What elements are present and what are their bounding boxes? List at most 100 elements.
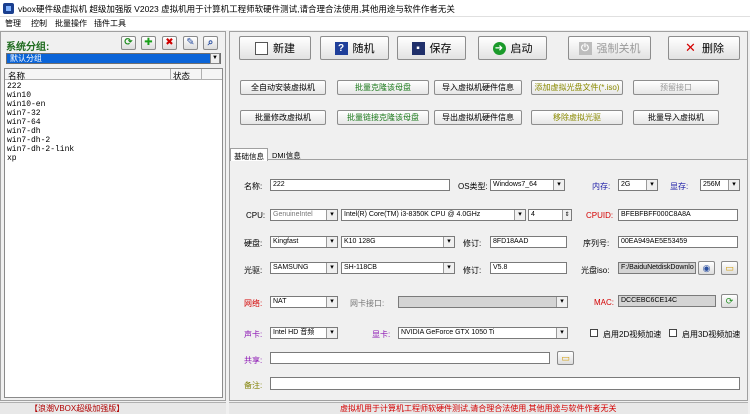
save-button[interactable]: ▪ 保存 [397, 36, 466, 60]
vm-row[interactable]: win10 [7, 91, 31, 100]
vram-select[interactable]: 256M [700, 179, 740, 191]
browse-share-button[interactable]: ▭ [557, 351, 574, 365]
vm-list[interactable]: 名称 状态 222 win10 win10-en win7-32 win7-64… [4, 68, 223, 398]
new-file-icon [255, 41, 268, 55]
browse-iso-button[interactable]: ▭ [721, 261, 738, 275]
disk-label: 硬盘: [244, 239, 263, 248]
vm-row[interactable]: 222 [7, 82, 21, 91]
menu-plugins[interactable]: 插件工具 [94, 18, 126, 29]
menu-manage[interactable]: 管理 [5, 18, 21, 29]
group-select[interactable]: 默认分组 ▼ [6, 53, 221, 64]
note-label: 备注: [244, 381, 263, 390]
disc-icon: ◉ [702, 262, 711, 273]
name-label: 名称: [244, 182, 263, 191]
column-header-status[interactable]: 状态 [173, 70, 190, 82]
folder-icon: ▭ [561, 352, 570, 363]
note-field[interactable] [270, 377, 740, 390]
edition-label: 【浪潮VBOX超级加强版】 [30, 404, 125, 413]
tab-dmi-info[interactable]: DMI信息 [269, 148, 304, 161]
folder-icon: ▭ [725, 262, 734, 273]
cd-rev-label: 修订: [463, 266, 482, 275]
vm-row[interactable]: xp [7, 154, 17, 163]
column-header-name[interactable]: 名称 [8, 70, 25, 82]
cpu-label: CPU: [246, 211, 266, 220]
gpu-select[interactable]: NVIDIA GeForce GTX 1050 Ti [398, 327, 568, 339]
delete-button[interactable]: ✕ 删除 [668, 36, 740, 60]
random-icon: ? [334, 41, 348, 55]
remove-cd-button[interactable]: 移除虚拟光驱 [531, 110, 623, 125]
x-icon: ✕ [685, 40, 696, 55]
os-label: OS类型: [458, 182, 488, 191]
disk-rev-label: 修订: [463, 239, 482, 248]
network-select[interactable]: NAT [270, 296, 338, 308]
disk-vendor-select[interactable]: Kingfast [270, 236, 338, 248]
add-group-button[interactable]: ✚ [141, 36, 156, 50]
sound-select[interactable]: Intel HD 音频 [270, 327, 338, 339]
import-hw-button[interactable]: 导入虚拟机硬件信息 [434, 80, 522, 95]
delete-group-button[interactable]: ✖ [162, 36, 177, 50]
mac-label: MAC: [594, 298, 614, 307]
mac-field[interactable]: DCCEBC6CE14C [618, 295, 716, 307]
nic-select[interactable] [398, 296, 568, 308]
cpu-vendor-select[interactable]: GenuineIntel [270, 209, 338, 221]
accel-3d-checkbox[interactable] [669, 329, 677, 337]
serial-label: 序列号: [583, 239, 610, 248]
random-button[interactable]: ? 随机 [320, 36, 389, 60]
auto-install-button[interactable]: 全自动安装虚拟机 [240, 80, 326, 95]
accel-2d-checkbox[interactable] [590, 329, 598, 337]
cd-rev-field[interactable]: V5.8 [490, 262, 567, 274]
batch-clone-button[interactable]: 批量克隆该母盘 [337, 80, 429, 95]
iso-path-field[interactable]: F:/BaiduNetdiskDownlo [618, 262, 696, 274]
eject-iso-button[interactable]: ◉ [698, 261, 715, 275]
plus-icon: ✚ [144, 37, 153, 48]
menu-batch[interactable]: 批量操作 [55, 18, 87, 29]
refresh-group-button[interactable]: ⟳ [121, 36, 136, 50]
disk-model-select[interactable]: K10 128G [341, 236, 455, 248]
batch-link-clone-button[interactable]: 批量链接克隆该母盘 [337, 110, 429, 125]
refresh-icon: ⟳ [124, 37, 133, 48]
add-iso-button[interactable]: 添加虚拟光盘文件(*.iso) [531, 80, 623, 95]
batch-modify-button[interactable]: 批量修改虚拟机 [240, 110, 326, 125]
disk-rev-field[interactable]: 8FD18AAD [490, 236, 567, 248]
cd-vendor-select[interactable]: SAMSUNG [270, 262, 338, 274]
tab-basic-info[interactable]: 基础信息 [230, 148, 268, 161]
os-select[interactable]: Windows7_64 [490, 179, 565, 191]
network-label: 网络: [244, 299, 263, 308]
cd-label: 光驱: [244, 266, 263, 275]
vm-row[interactable]: win7-dh-2 [7, 136, 50, 145]
cpu-cores-stepper[interactable]: 4 [528, 209, 572, 221]
export-hw-button[interactable]: 导出虚拟机硬件信息 [434, 110, 522, 125]
vm-row[interactable]: win10-en [7, 100, 45, 109]
sound-label: 声卡: [244, 330, 263, 339]
app-icon [3, 3, 14, 14]
search-group-button[interactable]: ⌕ [203, 36, 218, 50]
vm-list-header: 名称 状态 [5, 69, 222, 82]
refresh-mac-button[interactable]: ⟳ [721, 294, 738, 308]
start-button[interactable]: ➜ 启动 [478, 36, 547, 60]
window-title: vbox硬件级虚拟机 超级加强版 V2023 虚拟机用于计算机工程师软硬件测试,… [18, 4, 455, 14]
serial-field[interactable]: 00EA949AE5E53459 [618, 236, 738, 248]
reserved-button[interactable]: 预留接口 [633, 80, 719, 95]
vram-label: 显存: [670, 182, 689, 191]
cpu-model-select[interactable]: Intel(R) Core(TM) i3-8350K CPU @ 4.0GHz [341, 209, 526, 221]
new-button[interactable]: 新建 [239, 36, 311, 60]
name-field[interactable]: 222 [270, 179, 450, 191]
vm-row[interactable]: win7-32 [7, 109, 41, 118]
nic-label: 网卡接口: [350, 299, 385, 308]
edit-group-button[interactable]: ✎ [183, 36, 198, 50]
menu-bar: 管理 控制 批量操作 插件工具 [0, 17, 750, 30]
share-field[interactable] [270, 352, 550, 364]
group-select-value: 默认分组 [10, 54, 42, 63]
vm-row[interactable]: win7-dh [7, 127, 41, 136]
batch-import-button[interactable]: 批量导入虚拟机 [633, 110, 719, 125]
force-shutdown-button[interactable]: ⏻ 强制关机 [568, 36, 651, 60]
menu-control[interactable]: 控制 [31, 18, 47, 29]
accel-2d-label: 启用2D视频加速 [603, 330, 662, 339]
vm-row[interactable]: win7-64 [7, 118, 41, 127]
vm-row[interactable]: win7-dh-2-link [7, 145, 74, 154]
power-icon: ⏻ [578, 41, 592, 55]
cpuid-field[interactable]: BFEBFBFF000C8A8A [618, 209, 738, 221]
memory-select[interactable]: 2G [618, 179, 658, 191]
tab-strip [229, 147, 748, 160]
cd-model-select[interactable]: SH-118CB [341, 262, 455, 274]
